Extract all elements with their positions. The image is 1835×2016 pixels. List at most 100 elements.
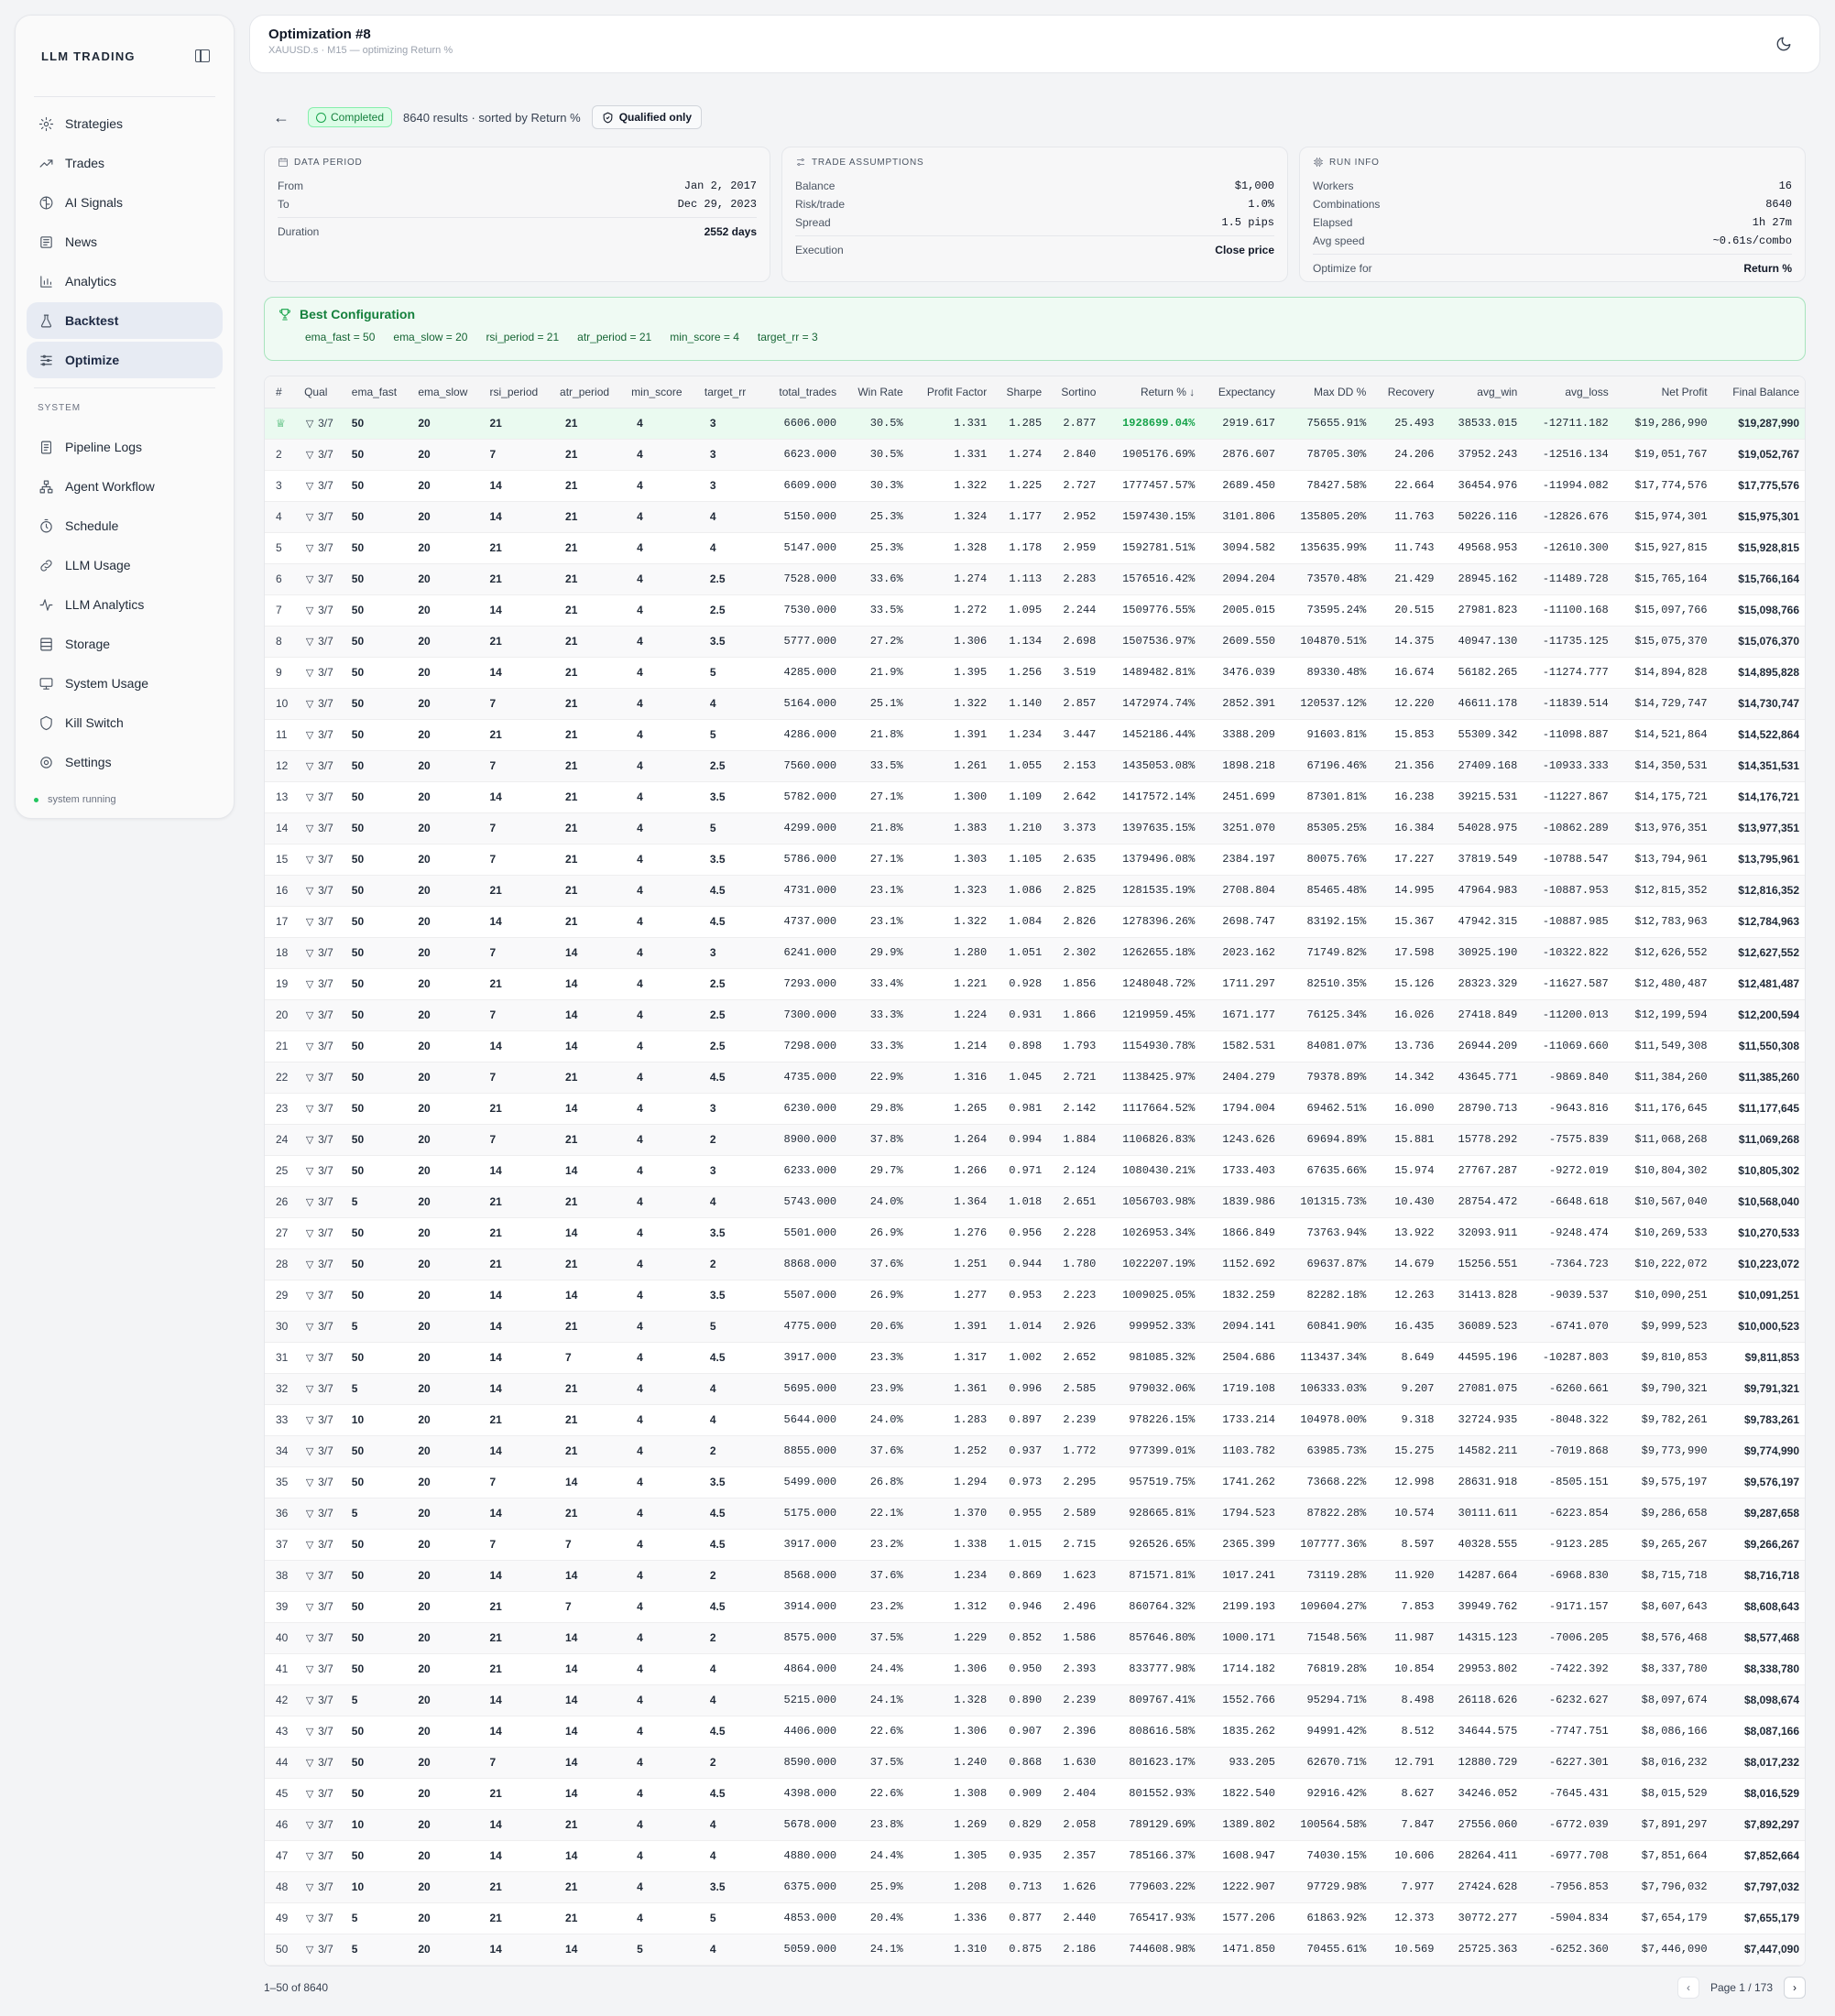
table-row[interactable]: 44 ▽ 3/7 50 20 7 14 4 2 8590.000 37.5% 1.240 0.868 1.… [265,1747,1805,1779]
table-row[interactable]: 27 ▽ 3/7 50 20 21 14 4 3.5 5501.000 26.9% 1.276 0.95… [265,1217,1805,1249]
qual-value: 3/7 [318,1164,333,1177]
sidebar-item-ai-signals[interactable]: AI Signals [27,184,223,221]
table-row[interactable]: 6 ▽ 3/7 50 20 21 21 4 2.5 7528.000 33.6% 1.274 1.113… [265,563,1805,595]
table-row[interactable]: 8 ▽ 3/7 50 20 21 21 4 3.5 5777.000 27.2% 1.306 1.134… [265,626,1805,658]
table-row[interactable]: 42 ▽ 3/7 5 20 14 14 4 4 5215.000 24.1% 1.328 0.890 2.… [265,1684,1805,1716]
table-row[interactable]: 22 ▽ 3/7 50 20 7 21 4 4.5 4735.000 22.9% 1.316 1.045… [265,1062,1805,1094]
column-header[interactable]: avg_loss [1523,376,1614,409]
table-row[interactable]: ♕ ▽ 3/7 50 20 21 21 4 3 6606.000 30.5% 1.331 1.285 2.… [265,408,1805,440]
column-header[interactable]: Net Profit [1613,376,1713,409]
sidebar-item-llm-usage[interactable]: LLM Usage [27,547,223,583]
column-header[interactable]: rsi_period [484,376,555,409]
table-row[interactable]: 16 ▽ 3/7 50 20 21 21 4 4.5 4731.000 23.1% 1.323 1.08… [265,875,1805,907]
table-row[interactable]: 19 ▽ 3/7 50 20 21 14 4 2.5 7293.000 33.4% 1.221 0.92… [265,968,1805,1000]
table-row[interactable]: 11 ▽ 3/7 50 20 21 21 4 5 4286.000 21.8% 1.391 1.234 3… [265,719,1805,751]
column-header[interactable]: Max DD % [1280,376,1372,409]
column-header[interactable]: Expectancy [1200,376,1281,409]
table-row[interactable]: 20 ▽ 3/7 50 20 7 14 4 2.5 7300.000 33.3% 1.224 0.931… [265,999,1805,1031]
column-header[interactable]: Sortino [1047,376,1102,409]
table-row[interactable]: 23 ▽ 3/7 50 20 21 14 4 3 6230.000 29.8% 1.265 0.981 2… [265,1093,1805,1125]
sidebar-item-agent-workflow[interactable]: Agent Workflow [27,468,223,505]
table-row[interactable]: 9 ▽ 3/7 50 20 14 21 4 5 4285.000 21.9% 1.395 1.256 3.… [265,657,1805,689]
table-row[interactable]: 40 ▽ 3/7 50 20 21 14 4 2 8575.000 37.5% 1.229 0.852 1… [265,1622,1805,1654]
column-header[interactable]: ema_fast [345,376,413,409]
table-row[interactable]: 47 ▽ 3/7 50 20 14 14 4 4 4880.000 24.4% 1.305 0.935 2… [265,1840,1805,1872]
column-header[interactable]: total_trades [760,376,843,409]
table-row[interactable]: 5 ▽ 3/7 50 20 21 21 4 4 5147.000 25.3% 1.328 1.178 2.… [265,532,1805,564]
table-row[interactable]: 49 ▽ 3/7 5 20 21 21 4 5 4853.000 20.4% 1.336 0.877 2.… [265,1902,1805,1934]
table-row[interactable]: 41 ▽ 3/7 50 20 21 14 4 4 4864.000 24.4% 1.306 0.950 2… [265,1653,1805,1685]
table-row[interactable]: 12 ▽ 3/7 50 20 7 21 4 2.5 7560.000 33.5% 1.261 1.055… [265,750,1805,782]
column-header[interactable]: Sharpe [992,376,1048,409]
table-row[interactable]: 45 ▽ 3/7 50 20 21 14 4 4.5 4398.000 22.6% 1.308 0.90… [265,1778,1805,1810]
table-row[interactable]: 37 ▽ 3/7 50 20 7 7 4 4.5 3917.000 23.2% 1.338 1.015 2… [265,1529,1805,1561]
table-row[interactable]: 36 ▽ 3/7 5 20 14 21 4 4.5 5175.000 22.1% 1.370 0.955… [265,1498,1805,1530]
sidebar-item-trades[interactable]: Trades [27,145,223,181]
sidebar-toggle-icon[interactable] [195,49,210,62]
column-header[interactable]: min_score [626,376,699,409]
table-row[interactable]: 39 ▽ 3/7 50 20 21 7 4 4.5 3914.000 23.2% 1.312 0.946… [265,1591,1805,1623]
table-row[interactable]: 3 ▽ 3/7 50 20 14 21 4 3 6609.000 30.3% 1.322 1.225 2.… [265,470,1805,502]
qual-value: 3/7 [318,946,333,959]
sidebar-item-system-usage[interactable]: System Usage [27,665,223,702]
sidebar-item-settings[interactable]: Settings [27,744,223,780]
column-header[interactable]: Recovery [1371,376,1440,409]
column-header[interactable]: Return % ↓ [1101,376,1201,409]
table-row[interactable]: 21 ▽ 3/7 50 20 14 14 4 2.5 7298.000 33.3% 1.214 0.89… [265,1030,1805,1062]
sidebar-item-schedule[interactable]: Schedule [27,507,223,544]
table-row[interactable]: 7 ▽ 3/7 50 20 14 21 4 2.5 7530.000 33.5% 1.272 1.095… [265,594,1805,627]
column-header[interactable]: target_rr [698,376,761,409]
column-header[interactable]: avg_win [1439,376,1524,409]
table-row[interactable]: 43 ▽ 3/7 50 20 14 14 4 4.5 4406.000 22.6% 1.306 0.90… [265,1716,1805,1748]
column-header[interactable]: Final Balance [1712,376,1805,409]
sidebar-item-llm-analytics[interactable]: LLM Analytics [27,586,223,623]
table-cell: 7528.000 [760,563,843,595]
prev-page-button[interactable]: ‹ [1677,1977,1699,1999]
table-row[interactable]: 33 ▽ 3/7 10 20 21 21 4 4 5644.000 24.0% 1.283 0.897 2… [265,1404,1805,1436]
table-row[interactable]: 31 ▽ 3/7 50 20 14 7 4 4.5 3917.000 23.3% 1.317 1.002… [265,1342,1805,1374]
moon-icon[interactable] [1775,36,1792,52]
table-row[interactable]: 30 ▽ 3/7 5 20 14 21 4 5 4775.000 20.6% 1.391 1.014 2.… [265,1311,1805,1343]
table-cell: 34246.052 [1439,1778,1524,1810]
column-header[interactable]: Profit Factor [908,376,993,409]
sidebar-item-backtest[interactable]: Backtest [27,302,223,339]
column-header[interactable]: atr_period [554,376,627,409]
table-row[interactable]: 14 ▽ 3/7 50 20 7 21 4 5 4299.000 21.8% 1.383 1.210 3.… [265,812,1805,845]
table-row[interactable]: 50 ▽ 3/7 5 20 14 14 5 4 5059.000 24.1% 1.310 0.875 2.… [265,1934,1805,1966]
table-row[interactable]: 26 ▽ 3/7 5 20 21 21 4 4 5743.000 24.0% 1.364 1.018 2.… [265,1186,1805,1218]
table-row[interactable]: 17 ▽ 3/7 50 20 14 21 4 4.5 4737.000 23.1% 1.322 1.08… [265,906,1805,938]
qual-cell: ▽ 3/7 [299,1498,346,1530]
sidebar-item-pipeline-logs[interactable]: Pipeline Logs [27,429,223,465]
table-row[interactable]: 25 ▽ 3/7 50 20 14 14 4 3 6233.000 29.7% 1.266 0.971 2… [265,1155,1805,1187]
table-row[interactable]: 29 ▽ 3/7 50 20 14 14 4 3.5 5507.000 26.9% 1.277 0.95… [265,1280,1805,1312]
table-row[interactable]: 24 ▽ 3/7 50 20 7 21 4 2 8900.000 37.8% 1.264 0.994 1.… [265,1124,1805,1156]
table-row[interactable]: 35 ▽ 3/7 50 20 7 14 4 3.5 5499.000 26.8% 1.294 0.973… [265,1466,1805,1498]
table-row[interactable]: 13 ▽ 3/7 50 20 14 21 4 3.5 5782.000 27.1% 1.300 1.10… [265,781,1805,813]
table-row[interactable]: 15 ▽ 3/7 50 20 7 21 4 3.5 5786.000 27.1% 1.303 1.105… [265,844,1805,876]
column-header[interactable]: Win Rate [842,376,909,409]
table-row[interactable]: 34 ▽ 3/7 50 20 14 21 4 2 8855.000 37.6% 1.252 0.937 1… [265,1435,1805,1467]
column-header[interactable]: # [265,376,300,409]
table-row[interactable]: 46 ▽ 3/7 10 20 14 21 4 4 5678.000 23.8% 1.269 0.829 2… [265,1809,1805,1841]
back-arrow-icon[interactable]: ← [273,108,291,126]
table-row[interactable]: 4 ▽ 3/7 50 20 14 21 4 4 5150.000 25.3% 1.324 1.177 2.… [265,501,1805,533]
sidebar-item-kill-switch[interactable]: Kill Switch [27,704,223,741]
column-header[interactable]: ema_slow [412,376,485,409]
table-row[interactable]: 18 ▽ 3/7 50 20 7 14 4 3 6241.000 29.9% 1.280 1.051 2.… [265,937,1805,969]
qual-value: 3/7 [318,417,333,430]
column-header[interactable]: Qual [299,376,346,409]
table-row[interactable]: 38 ▽ 3/7 50 20 14 14 4 2 8568.000 37.6% 1.234 0.869 1… [265,1560,1805,1592]
next-page-button[interactable]: › [1784,1977,1806,1999]
table-cell: 4880.000 [760,1840,843,1872]
table-row[interactable]: 28 ▽ 3/7 50 20 21 21 4 2 8868.000 37.6% 1.251 0.944 1… [265,1248,1805,1280]
sidebar-item-news[interactable]: News [27,223,223,260]
table-row[interactable]: 48 ▽ 3/7 10 20 21 21 4 3.5 6375.000 25.9% 1.208 0.71… [265,1871,1805,1903]
qualified-only-toggle[interactable]: Qualified only [591,105,703,129]
sidebar-item-optimize[interactable]: Optimize [27,342,223,378]
sidebar-item-storage[interactable]: Storage [27,626,223,662]
table-row[interactable]: 32 ▽ 3/7 5 20 14 21 4 4 5695.000 23.9% 1.361 0.996 2.… [265,1373,1805,1405]
sidebar-item-strategies[interactable]: Strategies [27,105,223,142]
sidebar-item-analytics[interactable]: Analytics [27,263,223,300]
table-row[interactable]: 10 ▽ 3/7 50 20 7 21 4 4 5164.000 25.1% 1.322 1.140 2.… [265,688,1805,720]
table-row[interactable]: 2 ▽ 3/7 50 20 7 21 4 3 6623.000 30.5% 1.331 1.274 2.8… [265,439,1805,471]
